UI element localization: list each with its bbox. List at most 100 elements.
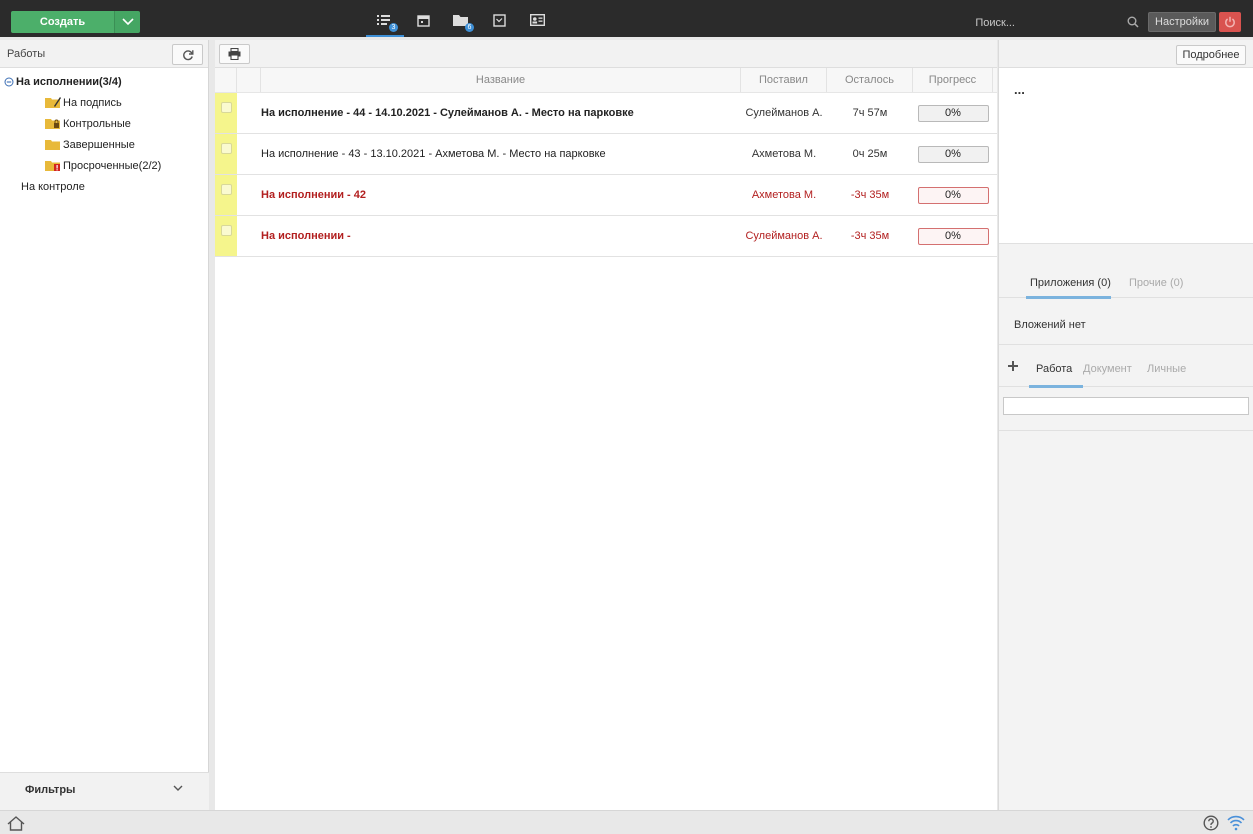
create-button-group: Создать — [11, 11, 140, 33]
task-assigned-by: Ахметова М. — [751, 189, 817, 201]
nav-tasks[interactable]: 3 — [366, 10, 404, 37]
filters-toggle[interactable]: Фильтры — [0, 772, 209, 810]
list-toolbar — [215, 40, 997, 68]
tab-comments-work[interactable]: Работа — [1036, 363, 1072, 375]
folder-pen-icon — [45, 97, 61, 108]
tab-attachments-other[interactable]: Прочие (0) — [1129, 277, 1183, 289]
print-button[interactable] — [219, 44, 250, 64]
tree-item-on-control[interactable]: На контроле — [0, 176, 208, 197]
task-name[interactable]: На исполнение - 43 - 13.10.2021 - Ахмето… — [261, 134, 741, 174]
nav-reports[interactable] — [480, 10, 518, 37]
table-row[interactable]: На исполнении - 42 Ахметова М. -3ч 35м 0… — [215, 175, 997, 216]
tree-item-overdue[interactable]: Просроченные(2/2) — [0, 155, 208, 176]
folder-icon — [45, 140, 60, 150]
tree-item-label: На подпись — [63, 96, 122, 109]
tree-item-label: Завершенные — [63, 138, 135, 151]
task-remaining: 7ч 57м — [852, 107, 888, 119]
folder-alert-icon — [45, 161, 60, 171]
attachments-empty-text: Вложений нет — [1014, 319, 1086, 331]
tasks-badge: 3 — [389, 23, 398, 32]
tasks-list-panel: Название Поставил Осталось Прогресс На и… — [215, 40, 997, 810]
task-assigned-by: Сулейманов А. — [745, 107, 823, 119]
task-remaining: 0ч 25м — [852, 148, 888, 160]
wifi-icon — [1227, 815, 1245, 831]
row-marker — [215, 134, 237, 174]
details-button[interactable]: Подробнее — [1176, 45, 1246, 65]
tree-item-completed[interactable]: Завершенные — [0, 134, 208, 155]
table-row[interactable]: На исполнение - 43 - 13.10.2021 - Ахмето… — [215, 134, 997, 175]
attachments-tabs: Приложения (0) Прочие (0) — [999, 268, 1253, 299]
tree-item-for-signature[interactable]: На подпись — [0, 92, 208, 113]
comment-input[interactable] — [1003, 397, 1249, 415]
works-panel: Работы На исполнении(3/4) На подпись Кон… — [0, 40, 209, 810]
column-header-remaining[interactable]: Осталось — [827, 68, 913, 92]
create-button[interactable]: Создать — [11, 11, 114, 33]
tree-item-controlled[interactable]: Контрольные — [0, 113, 208, 134]
nav-calendar[interactable] — [404, 10, 442, 37]
progress-bar: 0% — [917, 104, 989, 122]
task-progress: 0% — [913, 93, 993, 133]
main-nav: 3 6 — [366, 10, 556, 37]
chevron-down-icon — [173, 785, 183, 791]
documents-badge: 6 — [465, 23, 474, 32]
settings-button[interactable]: Настройки — [1148, 12, 1216, 32]
task-remaining: -3ч 35м — [850, 189, 890, 201]
help-icon[interactable] — [1203, 815, 1219, 831]
details-toolbar: Подробнее — [999, 40, 1253, 68]
tree-item-label: На исполнении(3/4) — [16, 75, 122, 88]
task-name[interactable]: На исполнении - — [261, 216, 741, 256]
tab-attachments-apps[interactable]: Приложения (0) — [1030, 277, 1111, 289]
header-gap — [237, 68, 261, 92]
search-icon[interactable] — [1127, 16, 1139, 28]
column-header-assigned-by[interactable]: Поставил — [741, 68, 827, 92]
tab-comments-document[interactable]: Документ — [1083, 363, 1132, 375]
column-header-name[interactable]: Название — [261, 68, 741, 92]
task-name[interactable]: На исполнение - 44 - 14.10.2021 - Сулейм… — [261, 93, 741, 133]
search-area — [690, 13, 1160, 33]
row-gap — [237, 175, 261, 215]
row-marker — [215, 216, 237, 256]
tree-item-label: Просроченные(2/2) — [63, 159, 162, 172]
task-name[interactable]: На исполнении - 42 — [261, 175, 741, 215]
tree-item-in-progress[interactable]: На исполнении(3/4) — [0, 71, 208, 92]
search-input[interactable] — [690, 13, 1020, 33]
logout-button[interactable] — [1219, 12, 1241, 32]
calendar-icon — [416, 15, 430, 27]
row-checkbox[interactable] — [221, 102, 232, 113]
top-bar: Создать 3 6 Поиск... Настройки — [0, 0, 1253, 37]
row-gap — [237, 216, 261, 256]
tab-comments-personal[interactable]: Личные — [1147, 363, 1186, 375]
create-dropdown-button[interactable] — [114, 11, 140, 33]
home-icon[interactable] — [7, 816, 25, 831]
table-header: Название Поставил Осталось Прогресс — [215, 68, 997, 93]
task-remaining: -3ч 35м — [850, 230, 890, 242]
works-tree: На исполнении(3/4) На подпись Контрольны… — [0, 68, 208, 197]
row-checkbox[interactable] — [221, 184, 232, 195]
task-assigned-by: Ахметова М. — [751, 148, 817, 160]
nav-documents[interactable]: 6 — [442, 10, 480, 37]
task-progress: 0% — [913, 216, 993, 256]
plus-icon[interactable] — [1008, 361, 1018, 371]
comments-tabs: Работа Документ Личные — [999, 345, 1253, 388]
row-checkbox[interactable] — [221, 225, 232, 236]
collapse-icon[interactable] — [4, 77, 14, 87]
progress-bar: 0% — [917, 227, 989, 245]
tree-item-label: На контроле — [21, 180, 85, 193]
comment-area — [999, 387, 1253, 431]
works-panel-title: Работы — [7, 48, 46, 60]
row-checkbox[interactable] — [221, 143, 232, 154]
row-gap — [237, 93, 261, 133]
row-marker — [215, 175, 237, 215]
printer-icon — [228, 48, 241, 60]
power-icon — [1225, 16, 1235, 28]
attachments-empty: Вложений нет — [999, 298, 1253, 345]
column-header-progress[interactable]: Прогресс — [913, 68, 993, 92]
nav-contacts[interactable] — [518, 10, 556, 37]
contact-card-icon — [529, 14, 545, 26]
task-info-title: ... — [1014, 82, 1025, 97]
table-row[interactable]: На исполнение - 44 - 14.10.2021 - Сулейм… — [215, 93, 997, 134]
refresh-button[interactable] — [172, 44, 203, 65]
report-icon — [492, 14, 506, 27]
table-row[interactable]: На исполнении - Сулейманов А. -3ч 35м 0% — [215, 216, 997, 257]
task-info-box: ... — [999, 68, 1253, 244]
